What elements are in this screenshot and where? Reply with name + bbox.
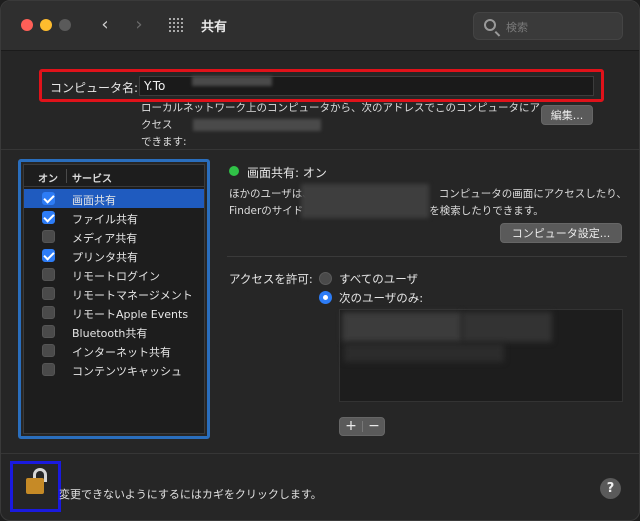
search-placeholder: 検索	[506, 21, 528, 34]
header-on[interactable]: オン	[38, 170, 58, 185]
search-icon	[484, 19, 496, 31]
service-item-remote-management[interactable]: リモートマネージメント	[24, 284, 204, 303]
service-label: メディア共有	[72, 232, 138, 245]
service-item-remote-apple-events[interactable]: リモートApple Events	[24, 303, 204, 322]
service-label: リモートログイン	[72, 270, 160, 283]
radio-only-users[interactable]	[319, 291, 332, 304]
minimize-button[interactable]	[40, 19, 52, 31]
checkbox[interactable]	[42, 363, 55, 376]
header-service[interactable]: サービス	[72, 170, 112, 185]
window-title: 共有	[201, 20, 228, 35]
description-text: ほかのユーザは、 コンピュータの画面にアクセスしたり、 Finderのサイド を検索…	[229, 186, 629, 220]
service-label: インターネット共有	[72, 346, 171, 359]
close-button[interactable]	[21, 19, 33, 31]
desc-part-3: Finderのサイド	[229, 205, 304, 217]
divider	[227, 256, 627, 257]
add-user-button[interactable]: +	[340, 418, 362, 435]
checkbox[interactable]	[42, 344, 55, 357]
redacted-description	[301, 184, 429, 218]
redacted-user	[342, 312, 462, 342]
service-item-media-sharing[interactable]: メディア共有	[24, 227, 204, 246]
desc-part-4: を検索したりできます。	[429, 205, 544, 217]
service-item-file-sharing[interactable]: ファイル共有	[24, 208, 204, 227]
computer-name-row: コンピュータ名:	[39, 69, 604, 102]
service-list: オン サービス 画面共有 ファイル共有 メディア共有 プリンタ共有 リモートログ…	[23, 164, 205, 434]
service-item-bluetooth-sharing[interactable]: Bluetooth共有	[24, 322, 204, 341]
access-label: アクセスを許可:	[229, 272, 313, 286]
service-item-content-caching[interactable]: コンテンツキャッシュ	[24, 360, 204, 379]
help-button[interactable]: ?	[600, 478, 621, 499]
service-label: リモートマネージメント	[72, 289, 193, 302]
checkbox[interactable]	[42, 230, 55, 243]
forward-chevron-icon[interactable]: ›	[127, 13, 151, 37]
checkbox[interactable]	[42, 211, 55, 224]
service-label: コンテンツキャッシュ	[72, 365, 182, 378]
checkbox[interactable]	[42, 306, 55, 319]
divider	[1, 149, 639, 150]
edit-button[interactable]: 編集...	[541, 105, 593, 125]
checkbox[interactable]	[42, 249, 55, 262]
desc-part-2: コンピュータの画面にアクセスしたり、	[438, 188, 627, 200]
computer-name-label: コンピュータ名:	[50, 81, 139, 95]
show-all-grid-icon[interactable]	[169, 18, 185, 34]
radio-all-users-label[interactable]: すべてのユーザ	[339, 271, 418, 287]
service-label: プリンタ共有	[72, 251, 138, 264]
radio-only-users-label[interactable]: 次のユーザのみ:	[339, 290, 423, 306]
service-item-printer-sharing[interactable]: プリンタ共有	[24, 246, 204, 265]
title-bar: ‹ › 共有 検索	[1, 1, 639, 51]
redacted-name	[192, 76, 272, 86]
add-remove-control: + −	[339, 417, 385, 436]
allowed-users-list[interactable]	[339, 309, 623, 402]
redacted-address	[193, 119, 321, 131]
checkbox[interactable]	[42, 268, 55, 281]
divider	[1, 453, 639, 454]
service-list-header: オン サービス	[24, 165, 204, 187]
redacted-user	[462, 312, 552, 342]
service-label: 画面共有	[72, 194, 116, 207]
service-item-screen-sharing[interactable]: 画面共有	[24, 189, 204, 208]
computer-settings-button[interactable]: コンピュータ設定...	[500, 223, 622, 243]
service-label: ファイル共有	[72, 213, 138, 226]
service-label: Bluetooth共有	[72, 327, 148, 340]
checkbox[interactable]	[42, 192, 55, 205]
lock-text: 変更できないようにするにはカギをクリックします。	[59, 488, 322, 501]
checkbox[interactable]	[42, 287, 55, 300]
redacted-user	[344, 344, 504, 362]
radio-all-users[interactable]	[319, 272, 332, 285]
status-indicator-icon	[229, 166, 239, 176]
zoom-button[interactable]	[59, 19, 71, 31]
lock-highlight[interactable]	[10, 461, 61, 512]
remove-user-button[interactable]: −	[363, 418, 385, 435]
service-label: リモートApple Events	[72, 308, 189, 321]
service-list-highlight: オン サービス 画面共有 ファイル共有 メディア共有 プリンタ共有 リモートログ…	[18, 159, 210, 439]
unlocked-lock-icon[interactable]	[26, 478, 44, 494]
checkbox[interactable]	[42, 325, 55, 338]
service-item-remote-login[interactable]: リモートログイン	[24, 265, 204, 284]
status-text: 画面共有: オン	[247, 166, 327, 180]
service-item-internet-sharing[interactable]: インターネット共有	[24, 341, 204, 360]
sharing-window: ‹ › 共有 検索 コンピュータ名: ローカルネットワーク上のコンピュータから、…	[0, 0, 640, 521]
back-chevron-icon[interactable]: ‹	[93, 13, 117, 37]
header-divider	[66, 169, 67, 183]
search-field[interactable]: 検索	[473, 12, 623, 40]
